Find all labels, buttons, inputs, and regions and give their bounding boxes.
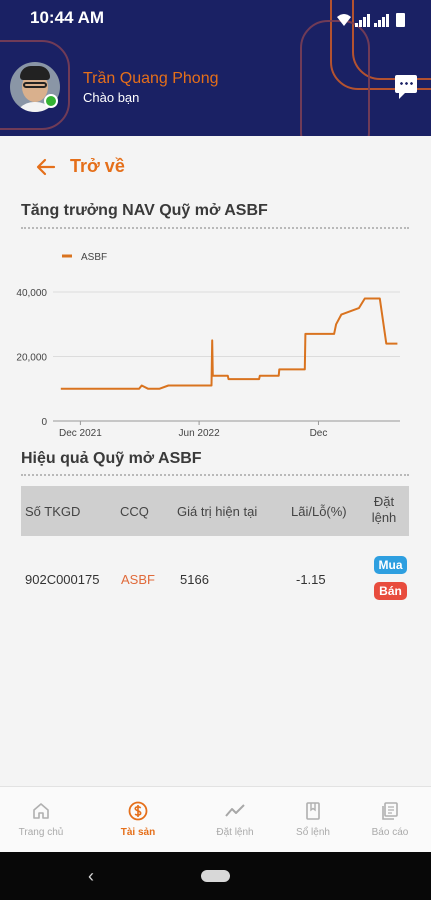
table-row: 902C000175 ASBF 5166 -1.15 Mua Bán	[21, 550, 409, 605]
col-value: Giá trị hiện tại	[177, 504, 258, 519]
system-home-button[interactable]	[201, 870, 230, 882]
dollar-icon	[128, 801, 148, 821]
cell-pnl: -1.15	[296, 572, 326, 587]
series-line-asbf	[60, 297, 398, 390]
main-content: Trở về Tăng trưởng NAV Quỹ mở ASBF 0 20,0…	[0, 136, 431, 786]
wifi-icon	[337, 14, 351, 26]
back-label: Trở về	[70, 156, 125, 176]
status-icons	[337, 9, 405, 27]
arrow-left-icon	[36, 158, 56, 175]
book-icon	[306, 802, 320, 820]
chat-icon[interactable]	[395, 75, 417, 99]
col-fund: CCQ	[120, 504, 149, 519]
divider	[21, 474, 409, 476]
col-order: Đặt lệnh	[371, 494, 397, 525]
nav-assets-label: Tài sản	[120, 827, 156, 838]
status-time: 10:44 AM	[30, 8, 105, 27]
cell-fund[interactable]: ASBF	[121, 572, 155, 587]
buy-button[interactable]: Mua	[374, 556, 407, 574]
nav-home-label: Trang chủ	[18, 827, 64, 838]
home-icon	[33, 803, 49, 819]
table-header: Số TKGD CCQ Giá trị hiện tại Lãi/Lỗ(%) Đ…	[21, 486, 409, 536]
sell-button[interactable]: Bán	[374, 582, 407, 600]
nav-reports-label: Báo cáo	[371, 827, 409, 838]
nav-assets[interactable]: Tài sản	[105, 801, 171, 838]
nav-place-order[interactable]: Đặt lệnh	[202, 801, 268, 838]
greeting-text: Chào bạn	[83, 90, 140, 105]
x-tick-label: Jun 2022	[179, 428, 221, 439]
app-header: 10:44 AM Trần Quang Phong Chào bạn	[0, 0, 431, 136]
verified-badge-icon	[44, 94, 58, 108]
report-icon	[382, 802, 398, 820]
legend-label: ASBF	[81, 252, 107, 263]
col-pnl: Lãi/Lỗ(%)	[291, 504, 347, 519]
nav-reports[interactable]: Báo cáo	[357, 801, 423, 838]
cell-value: 5166	[180, 572, 209, 587]
signal-icon	[355, 13, 370, 27]
nav-place-order-label: Đặt lệnh	[216, 827, 254, 838]
status-bar: 10:44 AM	[0, 0, 431, 36]
col-account: Số TKGD	[25, 504, 81, 519]
signal-icon-2	[374, 13, 389, 27]
system-back-icon[interactable]: ‹	[88, 866, 94, 887]
nav-line-chart: 0 20,000 40,000 Dec 2021 Jun 2022 Dec ASBF	[16, 252, 400, 439]
bottom-nav: Trang chủ Tài sản Đặt lệnh Sổ lệnh Báo c…	[0, 786, 431, 852]
back-button[interactable]: Trở về	[36, 156, 125, 177]
x-tick-label: Dec	[310, 428, 328, 439]
battery-icon	[396, 13, 405, 27]
y-tick-label: 20,000	[16, 353, 47, 364]
nav-growth-title: Tăng trưởng NAV Quỹ mở ASBF	[21, 202, 268, 219]
system-nav-bar: ‹	[0, 852, 431, 900]
y-tick-label: 40,000	[16, 288, 47, 299]
trend-icon	[225, 804, 245, 817]
performance-title: Hiệu quả Quỹ mở ASBF	[21, 450, 202, 467]
x-tick-label: Dec 2021	[59, 428, 102, 439]
nav-home[interactable]: Trang chủ	[8, 801, 74, 838]
divider	[21, 227, 409, 229]
nav-order-book[interactable]: Sổ lệnh	[280, 801, 346, 838]
user-name: Trần Quang Phong	[83, 70, 219, 87]
nav-order-book-label: Sổ lệnh	[296, 827, 330, 838]
cell-account: 902C000175	[25, 572, 100, 587]
y-tick-label: 0	[41, 417, 47, 428]
